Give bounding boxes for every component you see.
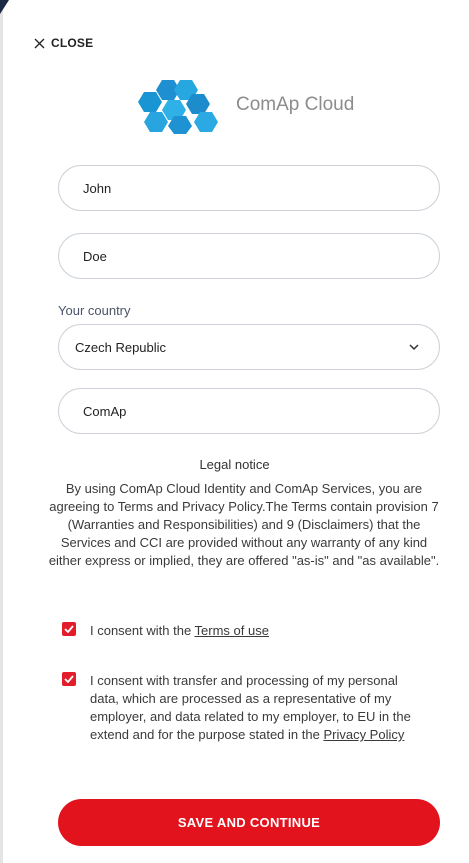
terms-consent-label: I consent with the: [90, 623, 195, 638]
privacy-policy-link[interactable]: Privacy Policy: [323, 727, 404, 742]
privacy-consent-text: I consent with transfer and processing o…: [90, 672, 430, 744]
left-border: [0, 0, 3, 863]
country-label: Your country: [58, 303, 131, 318]
legal-notice-text: By using ComAp Cloud Identity and ComAp …: [48, 481, 440, 568]
close-label: CLOSE: [51, 36, 94, 50]
country-value: Czech Republic: [75, 339, 167, 355]
save-and-continue-button[interactable]: SAVE AND CONTINUE: [58, 799, 440, 846]
chevron-down-icon: [409, 343, 419, 350]
first-name-field[interactable]: John: [58, 165, 440, 211]
first-name-value: John: [83, 180, 112, 196]
terms-of-use-link[interactable]: Terms of use: [195, 623, 269, 638]
privacy-consent-checkbox[interactable]: [62, 672, 76, 686]
terms-consent: I consent with the Terms of use: [62, 622, 430, 640]
close-button[interactable]: CLOSE: [34, 36, 93, 50]
close-icon: [34, 38, 45, 48]
comap-logo-icon: [138, 80, 218, 134]
comap-logo: ComAp Cloud: [128, 76, 354, 134]
corner-mark: [0, 0, 9, 14]
last-name-value: Doe: [83, 248, 107, 264]
country-select[interactable]: Czech Republic: [58, 324, 440, 370]
brand-name: ComAp Cloud: [236, 94, 355, 115]
terms-consent-text: I consent with the Terms of use: [90, 622, 430, 640]
last-name-field[interactable]: Doe: [58, 233, 440, 279]
legal-notice-title: Legal notice: [199, 457, 270, 472]
company-field[interactable]: ComAp: [58, 388, 440, 434]
company-value: ComAp: [83, 403, 127, 419]
terms-consent-checkbox[interactable]: [62, 622, 76, 636]
check-icon: [64, 625, 74, 633]
check-icon: [64, 675, 74, 683]
privacy-consent: I consent with transfer and processing o…: [62, 672, 430, 744]
